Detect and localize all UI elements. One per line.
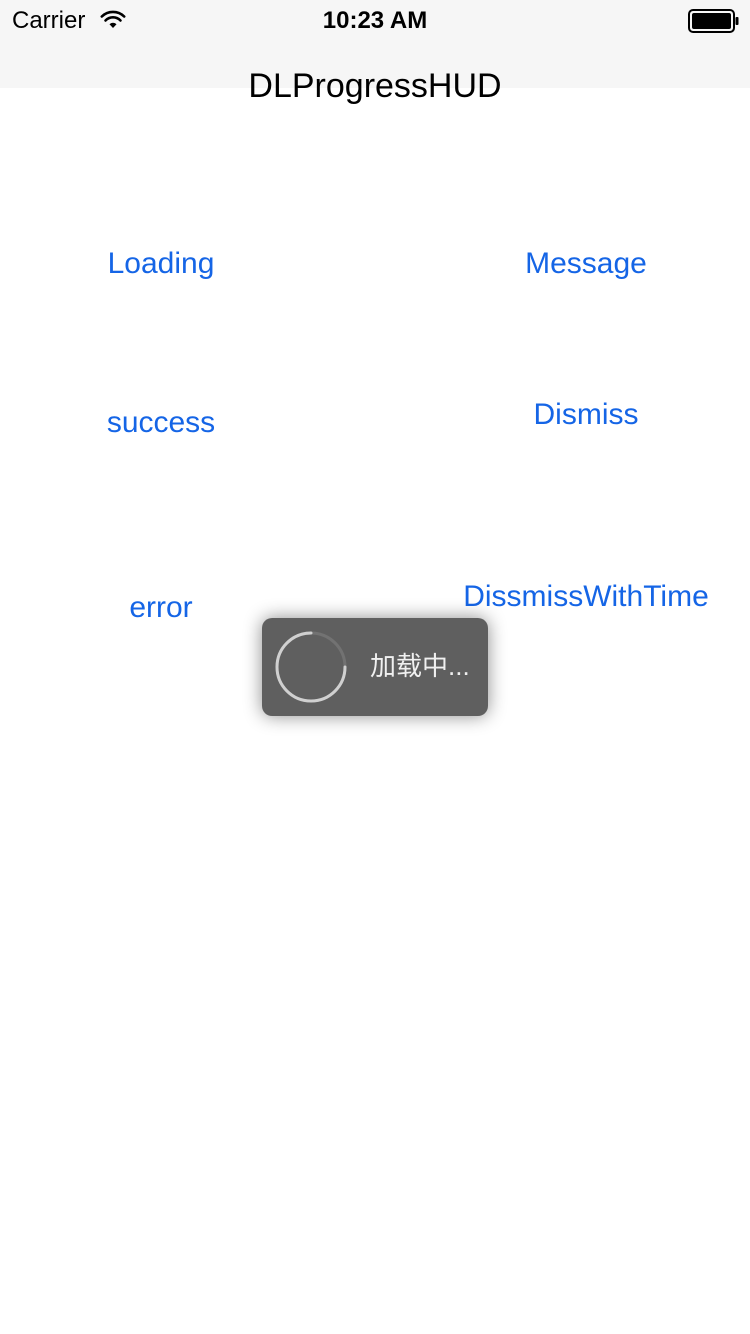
status-time: 10:23 AM [322, 7, 428, 34]
progress-hud: 加载中... [262, 618, 488, 716]
loading-button[interactable]: Loading [40, 244, 282, 284]
dismiss-with-time-button[interactable]: DissmissWithTime [440, 577, 732, 617]
loading-spinner-icon [275, 631, 347, 703]
dismiss-button[interactable]: Dismiss [440, 395, 732, 435]
message-button[interactable]: Message [440, 244, 732, 284]
hud-label: 加载中... [370, 651, 470, 681]
battery-full-icon [688, 9, 739, 33]
error-button[interactable]: error [40, 588, 282, 628]
page-title: DLProgressHUD [248, 67, 502, 105]
success-button[interactable]: success [40, 403, 282, 443]
